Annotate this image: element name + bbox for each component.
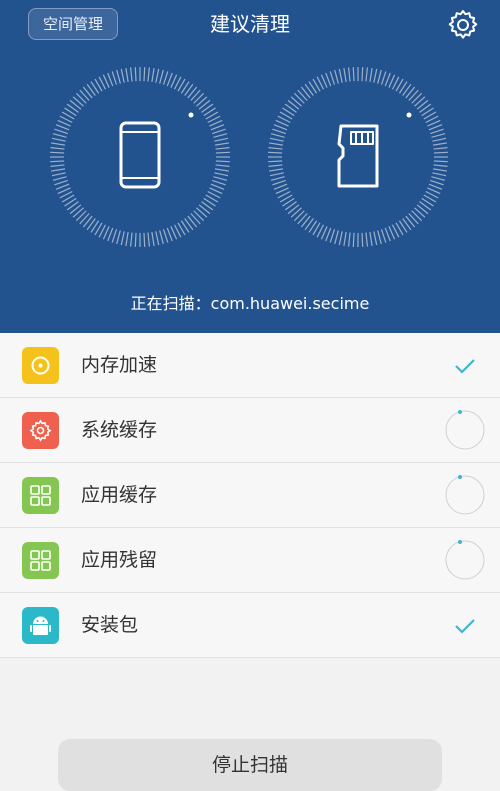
system-cache-icon xyxy=(22,412,59,449)
install-package-icon xyxy=(22,607,59,644)
app-cache-icon xyxy=(22,477,59,514)
list-item-app-residue[interactable]: 应用残留 xyxy=(0,528,500,593)
scan-status-text: 正在扫描：com.huawei.secime xyxy=(130,294,370,313)
scanning-spinner-icon xyxy=(445,475,485,515)
list-item-system-cache[interactable]: 系统缓存 xyxy=(0,398,500,463)
dial-ticks xyxy=(268,67,448,247)
list-item-label: 应用残留 xyxy=(81,549,158,571)
list-item-app-cache[interactable]: 应用缓存 xyxy=(0,463,500,528)
list-item-label: 应用缓存 xyxy=(81,484,158,506)
scan-progress-dot xyxy=(188,112,194,118)
scanning-spinner-icon xyxy=(445,540,485,580)
storage-scan-dial xyxy=(50,67,230,247)
list-item-memory-boost[interactable]: 内存加速 xyxy=(0,333,500,398)
scan-header: 空间管理 建议清理 正在扫描：com.huawei.secime xyxy=(0,0,500,333)
list-item-install-package[interactable]: 安装包 xyxy=(0,593,500,658)
space-management-button[interactable]: 空间管理 xyxy=(28,8,118,40)
page-title: 建议清理 xyxy=(210,12,290,36)
gear-icon[interactable] xyxy=(446,8,480,42)
list-item-label: 系统缓存 xyxy=(81,419,158,441)
app-residue-icon xyxy=(22,542,59,579)
scanning-spinner-icon xyxy=(445,410,485,450)
list-item-label: 安装包 xyxy=(81,614,139,636)
check-icon xyxy=(455,359,475,374)
dial-ticks xyxy=(50,67,230,247)
sd-card-scan-dial xyxy=(268,67,448,247)
cleanup-list: 内存加速 系统缓存 应用缓存 应用残留 安装包 xyxy=(0,333,500,658)
scan-progress-dot xyxy=(406,112,412,118)
check-icon xyxy=(455,619,475,634)
phone-icon xyxy=(119,121,161,189)
memory-boost-icon xyxy=(22,347,59,384)
sd-card-icon xyxy=(337,124,379,188)
list-item-label: 内存加速 xyxy=(81,354,158,376)
stop-scan-button[interactable]: 停止扫描 xyxy=(58,739,442,791)
